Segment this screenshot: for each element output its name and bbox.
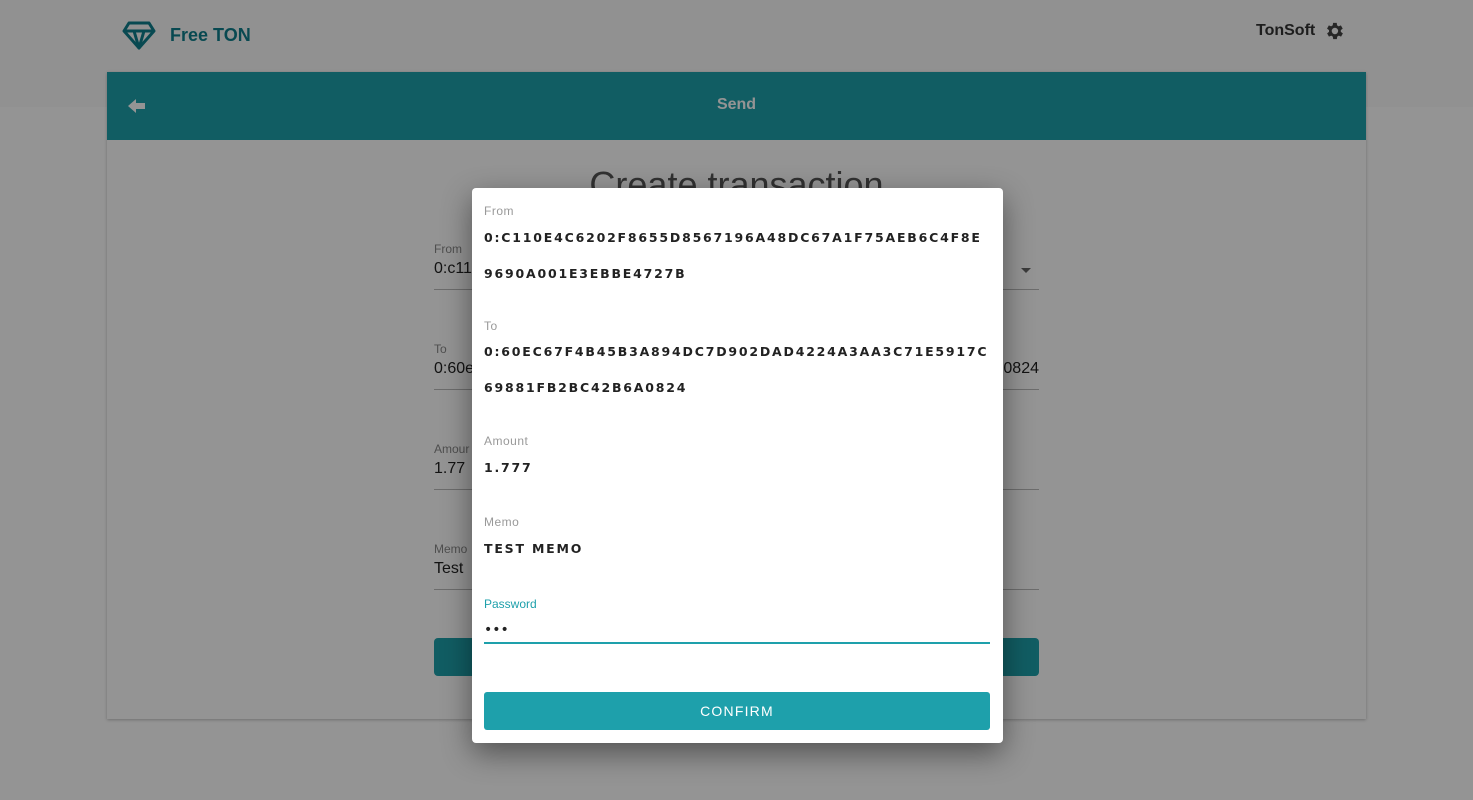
dialog-memo-label: Memo <box>484 515 520 529</box>
dialog-from-label: From <box>484 204 514 218</box>
dialog-memo-value: TEST MEMO <box>484 541 584 556</box>
confirm-dialog: From 0:C110E4C6202F8655D8567196A48DC67A1… <box>472 188 1003 743</box>
dialog-to-value: 0:60EC67F4B45B3A894DC7D902DAD4224A3AA3C7… <box>484 344 989 395</box>
password-label: Password <box>484 597 537 611</box>
dialog-to-label: To <box>484 319 498 333</box>
app-root: Free TON TonSoft Send Create transaction… <box>0 0 1473 800</box>
confirm-button[interactable]: CONFIRM <box>484 692 990 730</box>
password-input[interactable] <box>484 618 990 644</box>
dialog-from-value: 0:C110E4C6202F8655D8567196A48DC67A1F75AE… <box>484 230 982 281</box>
dialog-amount-label: Amount <box>484 434 529 448</box>
dialog-amount-value: 1.777 <box>484 460 533 475</box>
